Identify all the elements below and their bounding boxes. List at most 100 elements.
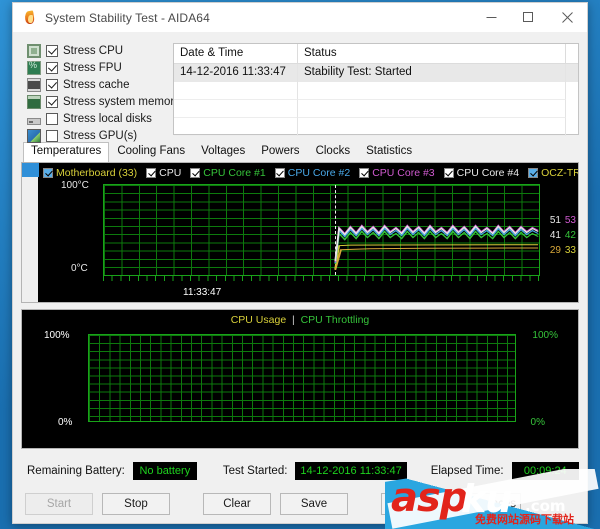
cpu-icon — [27, 44, 41, 58]
column-header-status[interactable]: Status — [298, 44, 566, 64]
legend-item-ocz-trion100[interactable]: OCZ-TRION100 (29) — [528, 167, 578, 179]
stress-option-memory[interactable]: Stress system memory — [27, 94, 180, 110]
value-cpu-core-2: 41 — [549, 230, 561, 241]
maximize-button[interactable] — [510, 3, 547, 33]
cpu-usage-title: CPU Usage | CPU Throttling — [22, 314, 578, 326]
title-bar: System Stability Test - AIDA64 — [13, 3, 587, 33]
elapsed-time-label: Elapsed Time: — [430, 465, 504, 477]
row-status: Stability Test: Started — [298, 64, 566, 82]
legend-checkbox-cpu-core-3[interactable] — [359, 168, 370, 178]
elapsed-time-value: 00:09:24 — [511, 462, 579, 480]
legend-checkbox-cpu-core-1[interactable] — [190, 168, 201, 178]
x-axis-time-label: 11:33:47 — [183, 287, 222, 298]
row-datetime: 14-12-2016 11:33:47 — [174, 64, 298, 82]
top-section: Stress CPU Stress FPU Stress cache — [21, 33, 579, 143]
stress-option-cpu[interactable]: Stress CPU — [27, 43, 169, 59]
stress-option-cache[interactable]: Stress cache — [27, 77, 169, 93]
save-button[interactable]: Save — [280, 493, 348, 515]
window-title: System Stability Test - AIDA64 — [45, 10, 210, 25]
tab-voltages[interactable]: Voltages — [193, 142, 253, 162]
temperature-chart-inner: Motherboard (33) CPU CPU Core #1 CPU Cor… — [39, 163, 578, 302]
stress-gpu-label: Stress GPU(s) — [63, 130, 138, 142]
fpu-icon — [27, 60, 41, 75]
value-row-1: 51 53 — [548, 216, 576, 226]
tab-statistics[interactable]: Statistics — [358, 142, 420, 162]
event-log-header: Date & Time Status — [174, 44, 578, 64]
legend-checkbox-cpu-core-4[interactable] — [443, 168, 454, 178]
sensor-tabs: Temperatures Cooling Fans Voltages Power… — [21, 142, 579, 162]
value-cpu: 51 — [549, 215, 561, 226]
legend-label-cpu: CPU — [159, 167, 182, 179]
legend-checkbox-motherboard[interactable] — [43, 168, 53, 178]
start-button[interactable]: Start — [25, 493, 93, 515]
legend-item-cpu-core-2[interactable]: CPU Core #2 — [274, 167, 351, 179]
preferences-button[interactable]: Preferences — [449, 493, 521, 515]
legend-label-cpu-core-1: CPU Core #1 — [203, 167, 266, 179]
temperature-current-values: 51 53 41 42 29 33 — [548, 216, 576, 256]
cpu-throttling-title-label: CPU Throttling — [300, 314, 370, 326]
value-cpu-core-1: 42 — [564, 230, 576, 241]
stress-memory-checkbox[interactable] — [46, 96, 58, 108]
cpu-usage-chart-panel: CPU Usage | CPU Throttling 100% 0% 100% … — [21, 309, 579, 449]
tab-cooling-fans[interactable]: Cooling Fans — [109, 142, 193, 162]
tab-clocks[interactable]: Clocks — [308, 142, 359, 162]
legend-label-cpu-core-3: CPU Core #3 — [372, 167, 435, 179]
stress-disks-label: Stress local disks — [63, 113, 152, 125]
stress-option-disks[interactable]: Stress local disks — [27, 111, 169, 127]
event-log-table[interactable]: Date & Time Status 14-12-2016 11:33:47 S… — [173, 43, 579, 136]
legend-item-cpu[interactable]: CPU — [146, 167, 181, 179]
legend-item-cpu-core-3[interactable]: CPU Core #3 — [359, 167, 435, 179]
gpu-icon — [27, 129, 41, 143]
table-row-empty — [174, 118, 578, 136]
aida64-flame-icon — [22, 9, 38, 26]
cpu-usage-title-label: CPU Usage — [230, 314, 287, 326]
legend-checkbox-cpu-core-2[interactable] — [274, 168, 285, 178]
scrollbar-thumb[interactable] — [22, 163, 39, 177]
desktop-background: System Stability Test - AIDA64 Stress CP… — [0, 0, 600, 529]
close-button[interactable] — [547, 3, 587, 33]
legend-item-cpu-core-1[interactable]: CPU Core #1 — [190, 167, 266, 179]
tab-temperatures[interactable]: Temperatures — [23, 142, 110, 162]
stress-cache-checkbox[interactable] — [46, 79, 58, 91]
stress-cpu-checkbox[interactable] — [46, 45, 58, 57]
legend-label-cpu-core-4: CPU Core #4 — [456, 167, 520, 179]
value-motherboard: 33 — [564, 245, 576, 256]
clear-button[interactable]: Clear — [203, 493, 271, 515]
minimize-button[interactable] — [473, 3, 510, 33]
usage-y-min-left: 0% — [58, 417, 73, 428]
battery-label: Remaining Battery: — [27, 465, 125, 477]
legend-label-cpu-core-2: CPU Core #2 — [287, 167, 351, 179]
temperature-legend: Motherboard (33) CPU CPU Core #1 CPU Cor… — [43, 166, 578, 180]
table-row-empty — [174, 100, 578, 118]
stress-gpu-checkbox[interactable] — [46, 130, 58, 142]
test-started-value: 14-12-2016 11:33:47 — [295, 462, 407, 480]
cpuid-button[interactable]: CPUID — [381, 493, 443, 515]
table-row[interactable]: 14-12-2016 11:33:47 Stability Test: Star… — [174, 64, 578, 82]
row-filler — [566, 64, 578, 82]
temperature-traces — [334, 224, 539, 271]
test-started-label: Test Started: — [222, 465, 288, 477]
x-axis-ticks — [103, 276, 540, 281]
temperature-plot: 100°C 0°C 11:33:47 51 53 41 42 29 33 — [39, 180, 578, 302]
stress-cache-label: Stress cache — [63, 79, 130, 91]
stress-option-fpu[interactable]: Stress FPU — [27, 60, 169, 76]
tab-powers[interactable]: Powers — [253, 142, 307, 162]
value-ocz-trion100: 29 — [549, 245, 561, 256]
stress-fpu-checkbox[interactable] — [46, 62, 58, 74]
memory-icon — [27, 95, 41, 109]
legend-checkbox-ocz-trion100[interactable] — [528, 168, 539, 178]
stress-memory-label: Stress system memory — [63, 96, 180, 108]
stress-fpu-label: Stress FPU — [63, 62, 122, 74]
sensor-scrollbar[interactable] — [22, 163, 39, 302]
stress-cpu-label: Stress CPU — [63, 45, 124, 57]
legend-item-motherboard[interactable]: Motherboard (33) — [43, 167, 137, 179]
system-stability-test-window: System Stability Test - AIDA64 Stress CP… — [12, 2, 588, 524]
legend-item-cpu-core-4[interactable]: CPU Core #4 — [443, 167, 520, 179]
stress-disks-checkbox[interactable] — [46, 113, 58, 125]
table-row-empty — [174, 82, 578, 100]
event-log-rows: 14-12-2016 11:33:47 Stability Test: Star… — [174, 64, 578, 136]
legend-checkbox-cpu[interactable] — [146, 168, 157, 178]
column-header-datetime[interactable]: Date & Time — [174, 44, 298, 64]
button-bar: Start Stop Clear Save CPUID Preferences — [21, 486, 579, 522]
stop-button[interactable]: Stop — [102, 493, 170, 515]
